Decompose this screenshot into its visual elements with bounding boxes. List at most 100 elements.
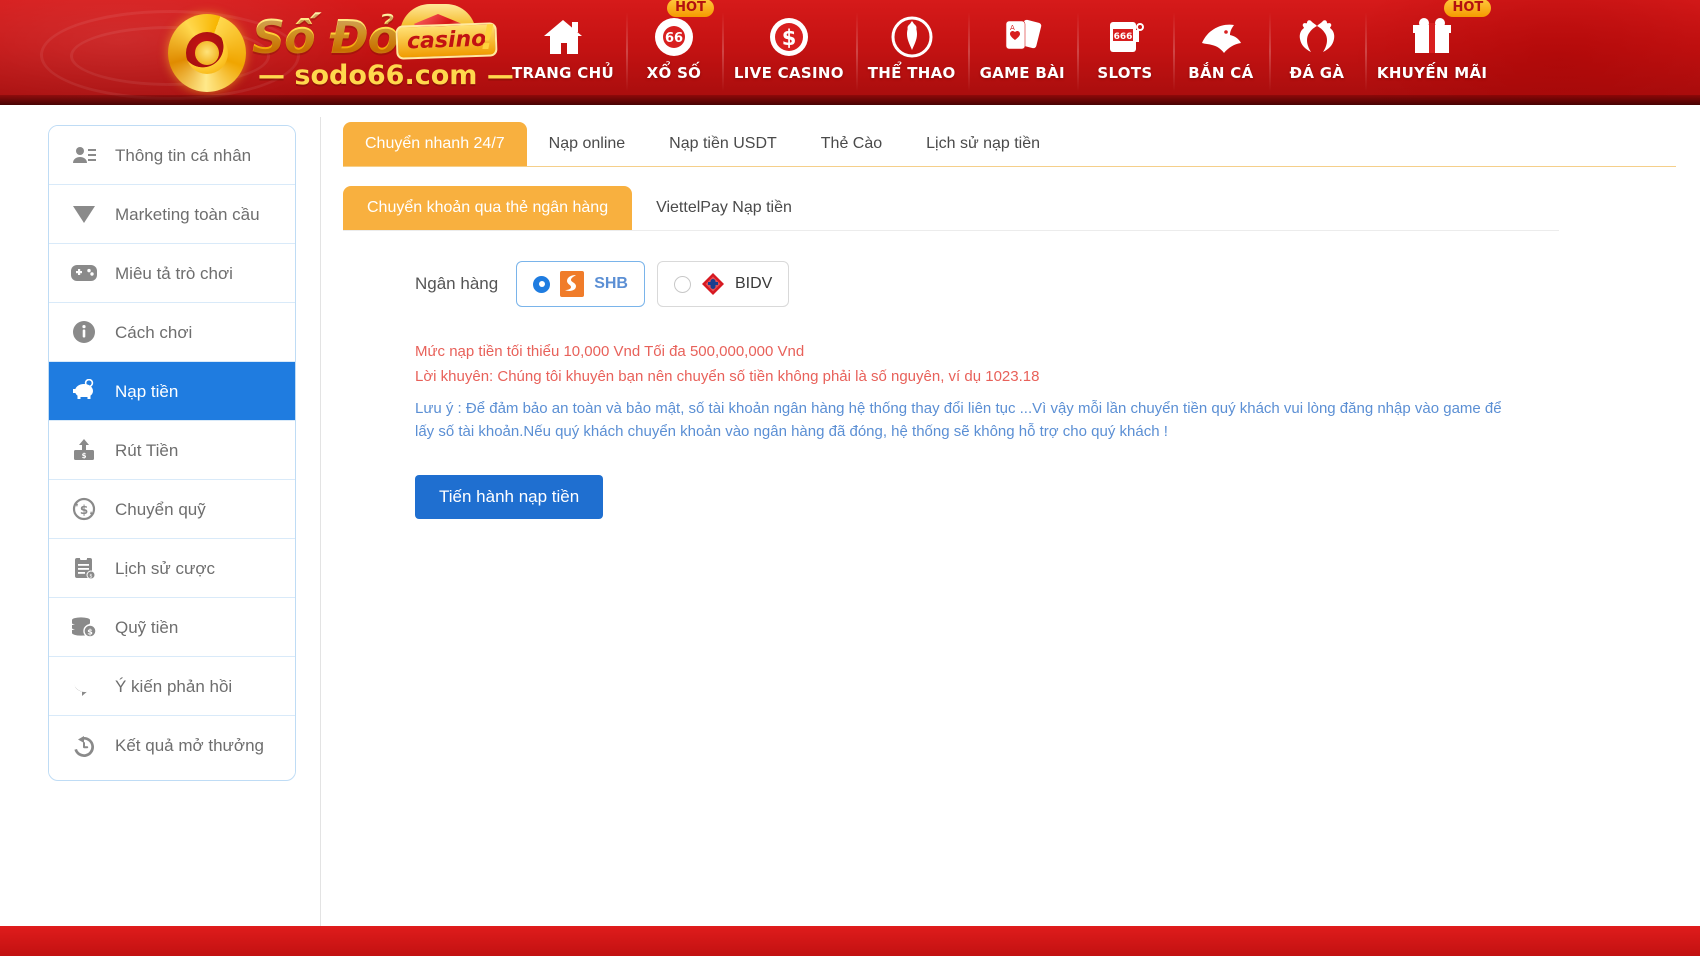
nav-label: XỔ SỐ	[646, 64, 702, 82]
sidebar-item-label: Miêu tả trò chơi	[115, 263, 233, 283]
nav-item-slots[interactable]: 666 SLOTS	[1076, 0, 1173, 105]
svg-text:666: 666	[1114, 32, 1133, 42]
sidebar-item-label: Thông tin cá nhân	[115, 145, 252, 165]
tab-nap-tien-usdt[interactable]: Nạp tiền USDT	[647, 122, 799, 166]
hot-badge: HOT	[1444, 0, 1492, 17]
gift-icon	[1409, 14, 1455, 60]
bank-name-bidv: BIDV	[734, 275, 773, 292]
deposit-notes: Mức nạp tiền tối thiểu 10,000 Vnd Tối đa…	[343, 339, 1523, 443]
note-limit: Mức nạp tiền tối thiểu 10,000 Vnd Tối đa…	[415, 343, 805, 360]
svg-text:$: $	[80, 503, 88, 517]
home-icon	[542, 14, 584, 60]
sidebar-item-ket-qua-mo-thuong[interactable]: Kết quả mở thưởng	[49, 716, 295, 775]
sidebar-item-nap-tien[interactable]: Nạp tiền	[49, 362, 295, 421]
diamond-icon	[69, 199, 99, 229]
sidebar-item-lich-su-cuoc[interactable]: $ Lịch sử cược	[49, 539, 295, 598]
history-clock-icon	[69, 731, 99, 761]
fish-icon	[1198, 14, 1244, 60]
tab-lich-su-nap-tien[interactable]: Lịch sử nạp tiền	[904, 122, 1062, 166]
note-warning: Lưu ý : Để đảm bảo an toàn và bảo mật, s…	[415, 400, 1502, 440]
tab-the-cao[interactable]: Thẻ Cào	[799, 122, 904, 166]
nav-item-game-bai[interactable]: A GAME BÀI	[967, 0, 1077, 105]
nav-item-trang-chu[interactable]: TRANG CHỦ	[500, 0, 626, 105]
deposit-panel: Chuyển nhanh 24/7 Nạp online Nạp tiền US…	[320, 117, 1676, 929]
site-logo[interactable]: Số Đỏ casino ! — sodo66.com —	[168, 4, 514, 100]
main-nav: TRANG CHỦ HOT 66 XỔ SỐ $ LIVE CASINO THỂ…	[500, 0, 1499, 105]
gamepad-icon	[69, 258, 99, 288]
logo-domain-text: — sodo66.com —	[258, 60, 514, 91]
sidebar-item-label: Chuyển quỹ	[115, 499, 206, 519]
nav-label: BẮN CÁ	[1188, 64, 1254, 82]
note-advice: Lời khuyên: Chúng tôi khuyên bạn nên chu…	[415, 368, 1040, 385]
footer-strip	[0, 926, 1700, 956]
rooster-icon	[1293, 14, 1341, 60]
radio-bidv[interactable]	[673, 275, 691, 293]
dollar-coin-icon: $	[767, 14, 811, 60]
site-header: Số Đỏ casino ! — sodo66.com — TRANG CHỦ …	[0, 0, 1700, 105]
sidebar-item-cach-choi[interactable]: Cách chơi	[49, 303, 295, 362]
playing-cards-icon: A	[999, 14, 1045, 60]
sidebar-item-thong-tin-ca-nhan[interactable]: Thông tin cá nhân	[49, 126, 295, 185]
withdraw-icon: $	[69, 435, 99, 465]
sidebar-item-label: Marketing toàn cầu	[115, 204, 260, 224]
coins-stack-icon: $	[69, 612, 99, 642]
account-sidebar: Thông tin cá nhân Marketing toàn cầu Miê…	[48, 125, 296, 781]
nav-label: THỂ THAO	[867, 64, 956, 82]
nav-label: ĐÁ GÀ	[1289, 64, 1345, 82]
lottery-ball-icon: 66	[652, 14, 696, 60]
svg-text:66: 66	[665, 31, 683, 46]
subtab-chuyen-khoan-qua-the-ngan-hang[interactable]: Chuyển khoản qua thẻ ngân hàng	[343, 186, 633, 230]
tab-chuyen-nhanh-24-7[interactable]: Chuyển nhanh 24/7	[343, 122, 527, 166]
bank-option-shb[interactable]: SHB	[516, 261, 645, 307]
nav-item-live-casino[interactable]: $ LIVE CASINO	[721, 0, 856, 105]
soccer-ball-icon	[889, 14, 935, 60]
sidebar-item-marketing-toan-cau[interactable]: Marketing toàn cầu	[49, 185, 295, 244]
logo-main-text: Số Đỏ	[252, 10, 399, 64]
clipboard-icon: $	[69, 553, 99, 583]
sidebar-item-label: Quỹ tiền	[115, 617, 179, 637]
info-icon	[69, 317, 99, 347]
bank-selector-label: Ngân hàng	[415, 274, 499, 293]
bidv-logo-icon	[701, 272, 725, 296]
hot-badge: HOT	[667, 0, 714, 17]
radio-shb[interactable]	[533, 275, 551, 293]
nav-item-ban-ca[interactable]: BẮN CÁ	[1172, 0, 1269, 105]
sidebar-item-label: Kết quả mở thưởng	[115, 736, 264, 755]
svg-text:$: $	[89, 574, 92, 580]
nav-label: KHUYẾN MÃI	[1376, 64, 1488, 82]
svg-text:$: $	[782, 26, 797, 50]
nav-label: GAME BÀI	[979, 64, 1065, 82]
svg-text:$: $	[87, 628, 93, 637]
nav-label: LIVE CASINO	[733, 64, 844, 82]
svg-text:$: $	[82, 452, 87, 460]
nav-label: SLOTS	[1097, 64, 1153, 82]
sidebar-item-mieu-ta-tro-choi[interactable]: Miêu tả trò chơi	[49, 244, 295, 303]
bank-option-bidv[interactable]: BIDV	[656, 261, 790, 307]
nav-label: TRANG CHỦ	[512, 64, 614, 82]
user-card-icon	[69, 140, 99, 170]
chat-bubble-icon	[69, 671, 99, 701]
subtab-viettelpay-nap-tien[interactable]: ViettelPay Nạp tiền	[632, 186, 816, 230]
proceed-deposit-button[interactable]: Tiến hành nạp tiền	[415, 475, 604, 519]
sidebar-item-quy-tien[interactable]: $ Quỹ tiền	[49, 598, 295, 657]
svg-text:A: A	[1010, 24, 1015, 32]
nav-item-khuyen-mai[interactable]: HOT KHUYẾN MÃI	[1364, 0, 1499, 105]
sidebar-item-label: Cách chơi	[115, 322, 193, 342]
tab-nap-online[interactable]: Nạp online	[527, 122, 648, 166]
bank-selector: Ngân hàng SHB BIDV	[343, 261, 1676, 307]
sidebar-item-label: Rút Tiền	[115, 440, 179, 460]
sidebar-item-rut-tien[interactable]: $ Rút Tiền	[49, 421, 295, 480]
logo-spiral-icon	[168, 14, 246, 92]
deposit-tabs: Chuyển nhanh 24/7 Nạp online Nạp tiền US…	[343, 122, 1676, 167]
sidebar-item-y-kien-phan-hoi[interactable]: Ý kiến phản hồi	[49, 657, 295, 716]
nav-item-xo-so[interactable]: HOT 66 XỔ SỐ	[625, 0, 722, 105]
transfer-dollar-icon: $	[69, 494, 99, 524]
nav-item-da-ga[interactable]: ĐÁ GÀ	[1268, 0, 1365, 105]
sidebar-item-label: Lịch sử cược	[115, 558, 216, 578]
piggy-bank-icon	[69, 376, 99, 406]
nav-item-the-thao[interactable]: THỂ THAO	[855, 0, 968, 105]
page-body: Thông tin cá nhân Marketing toàn cầu Miê…	[0, 105, 1700, 956]
logo-exclamation: !	[480, 18, 496, 58]
deposit-subtabs: Chuyển khoản qua thẻ ngân hàng ViettelPa…	[343, 186, 1559, 231]
sidebar-item-chuyen-quy[interactable]: $ Chuyển quỹ	[49, 480, 295, 539]
